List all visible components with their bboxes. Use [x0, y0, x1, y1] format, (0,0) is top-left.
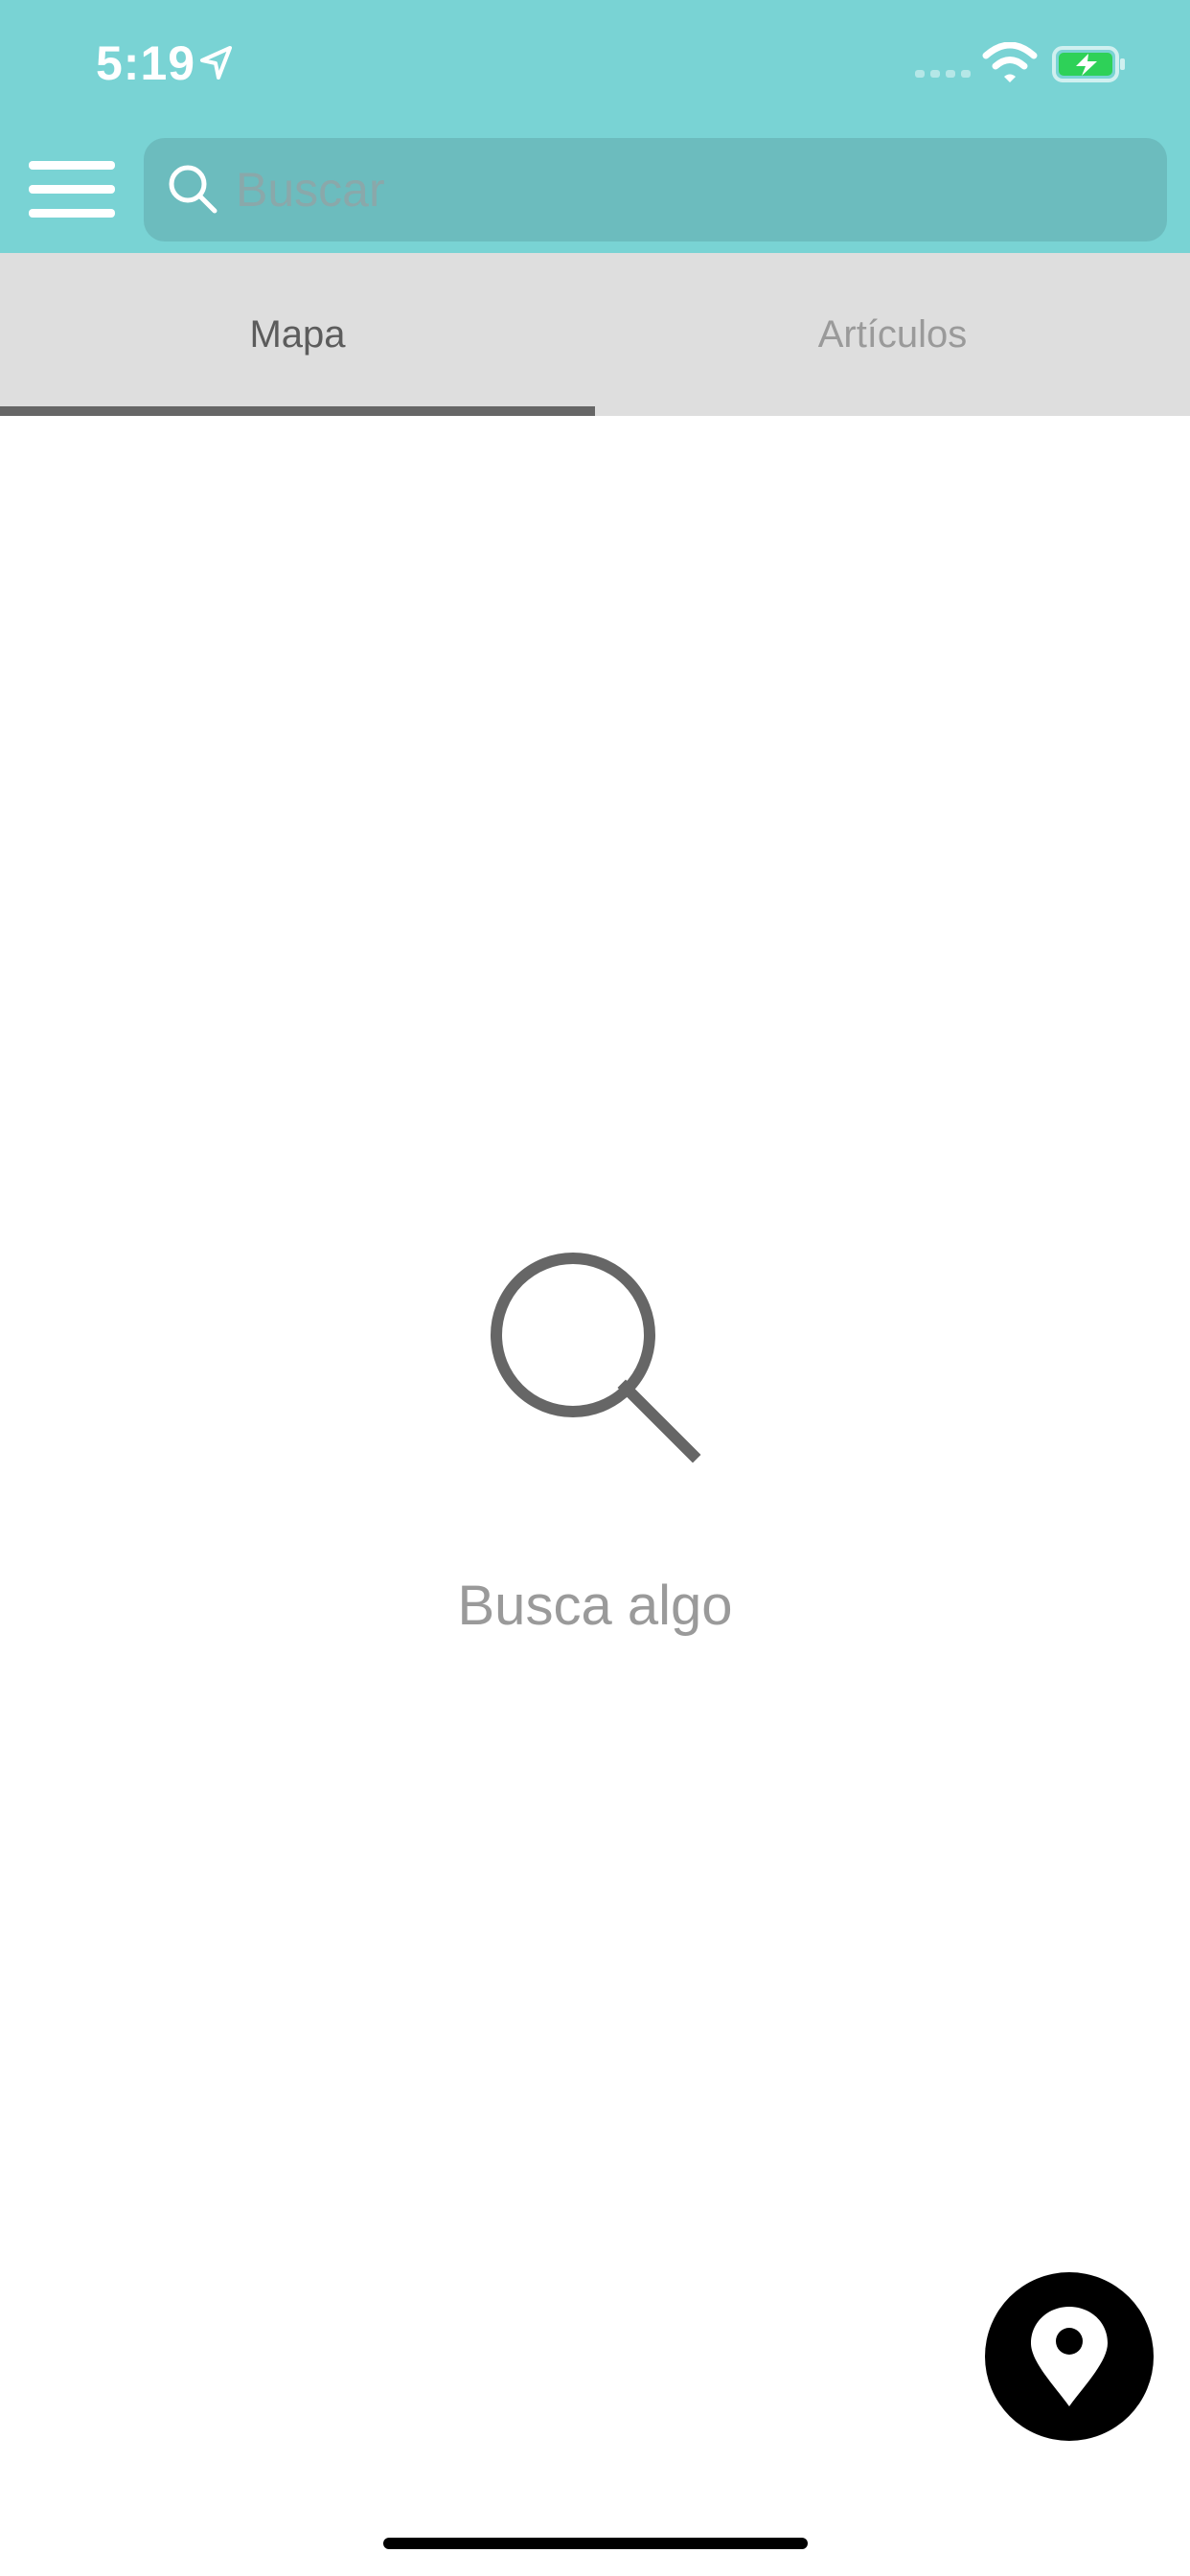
location-pin-icon — [1031, 2307, 1108, 2406]
wifi-icon — [982, 42, 1038, 82]
tab-bar: Mapa Artículos — [0, 253, 1190, 416]
app-header: 5:19 — [0, 0, 1190, 253]
location-button[interactable] — [985, 2272, 1154, 2441]
battery-charging-icon — [1052, 46, 1125, 82]
signal-icon — [915, 70, 971, 78]
tab-mapa[interactable]: Mapa — [0, 253, 595, 416]
search-icon — [491, 1253, 701, 1463]
tab-articulos[interactable]: Artículos — [595, 253, 1190, 416]
search-box[interactable] — [144, 138, 1167, 242]
search-input[interactable] — [228, 151, 1154, 228]
active-tab-indicator — [0, 406, 595, 416]
status-time: 5:19 — [96, 36, 196, 90]
home-indicator — [383, 2538, 808, 2549]
search-icon — [169, 165, 217, 214]
location-arrow-icon — [200, 46, 232, 80]
empty-state-message: Busca algo — [457, 1575, 733, 1637]
hamburger-menu-icon[interactable] — [29, 157, 117, 220]
status-bar: 5:19 — [0, 0, 1190, 126]
